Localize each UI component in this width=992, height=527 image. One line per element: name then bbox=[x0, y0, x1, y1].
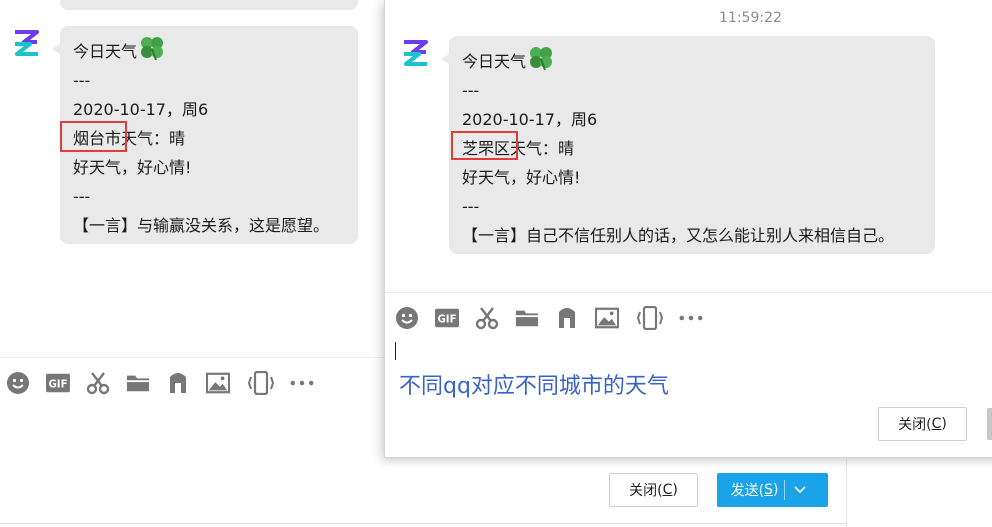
message-date: 2020-10-17，周6 bbox=[73, 100, 209, 119]
separator-text: --- bbox=[73, 187, 91, 206]
bot-avatar-icon[interactable] bbox=[401, 38, 431, 68]
chevron-down-icon[interactable] bbox=[784, 480, 814, 500]
message-date: 2020-10-17，周6 bbox=[462, 110, 598, 129]
back-input-toolbar: GIF bbox=[6, 371, 314, 395]
window-bottom-border bbox=[0, 523, 846, 524]
message-weather: 烟台市天气：晴 bbox=[73, 129, 186, 148]
weather-message-bubble: 今日天气 --- 2020-10-17，周6 烟台市天气：晴 好天气，好心情! … bbox=[52, 26, 358, 244]
folder-icon[interactable] bbox=[126, 371, 150, 395]
image-icon[interactable] bbox=[595, 306, 619, 330]
message-weather: 芝罘区天气：晴 bbox=[462, 139, 575, 158]
image-icon[interactable] bbox=[206, 371, 230, 395]
text-cursor bbox=[395, 342, 396, 360]
gif-icon[interactable]: GIF bbox=[435, 306, 459, 330]
send-button[interactable]: 发送(S) bbox=[717, 473, 828, 507]
clover-icon bbox=[530, 47, 553, 71]
close-button[interactable]: 关闭(C) bbox=[609, 473, 698, 507]
emoji-icon[interactable] bbox=[395, 306, 419, 330]
city-name: 芝罘区 bbox=[462, 139, 511, 158]
message-title: 今日天气 bbox=[462, 45, 922, 76]
phone-shake-icon[interactable] bbox=[246, 371, 276, 395]
svg-text:GIF: GIF bbox=[48, 380, 67, 391]
toolbar-divider bbox=[385, 292, 992, 293]
separator-text: --- bbox=[73, 71, 91, 90]
more-icon[interactable] bbox=[679, 306, 703, 330]
scissors-icon[interactable] bbox=[86, 371, 110, 395]
message-timestamp: 11:59:22 bbox=[719, 10, 782, 26]
phone-shake-icon[interactable] bbox=[635, 306, 665, 330]
emoji-icon[interactable] bbox=[6, 371, 30, 395]
music-icon[interactable] bbox=[555, 306, 579, 330]
separator-text: --- bbox=[462, 197, 480, 216]
message-quote: 【一言】与输赢没关系，这是愿望。 bbox=[73, 216, 330, 235]
message-input[interactable]: 不同qq对应不同城市的天气 bbox=[389, 340, 989, 400]
previous-message-bubble bbox=[60, 0, 358, 10]
weather-message-bubble: 今日天气 --- 2020-10-17，周6 芝罘区天气：晴 好天气，好心情! … bbox=[441, 36, 935, 254]
screenshot-stage: 今日天气 --- 2020-10-17，周6 烟台市天气：晴 好天气，好心情! … bbox=[0, 0, 992, 527]
bot-avatar-icon[interactable] bbox=[12, 28, 42, 58]
message-mood: 好天气，好心情! bbox=[73, 158, 192, 177]
gif-icon[interactable]: GIF bbox=[46, 371, 70, 395]
more-icon[interactable] bbox=[290, 371, 314, 395]
close-button[interactable]: 关闭(C) bbox=[878, 407, 967, 441]
front-input-toolbar: GIF bbox=[395, 306, 703, 330]
send-button-edge[interactable] bbox=[987, 408, 992, 440]
separator-text: --- bbox=[462, 81, 480, 100]
message-title: 今日天气 bbox=[73, 35, 345, 66]
annotation-caption: 不同qq对应不同城市的天气 bbox=[399, 374, 669, 399]
message-mood: 好天气，好心情! bbox=[462, 168, 581, 187]
window-edge bbox=[846, 455, 847, 527]
toolbar-divider bbox=[0, 357, 384, 358]
svg-text:GIF: GIF bbox=[437, 315, 456, 326]
music-icon[interactable] bbox=[166, 371, 190, 395]
scissors-icon[interactable] bbox=[475, 306, 499, 330]
clover-icon bbox=[141, 37, 164, 61]
front-chat-window: 11:59:22 今日天气 --- 2020-10-17，周6 芝罘区天气：晴 … bbox=[384, 0, 992, 458]
message-quote: 【一言】自己不信任别人的话，又怎么能让别人来相信自己。 bbox=[462, 226, 895, 245]
city-name: 烟台市 bbox=[73, 129, 122, 148]
folder-icon[interactable] bbox=[515, 306, 539, 330]
